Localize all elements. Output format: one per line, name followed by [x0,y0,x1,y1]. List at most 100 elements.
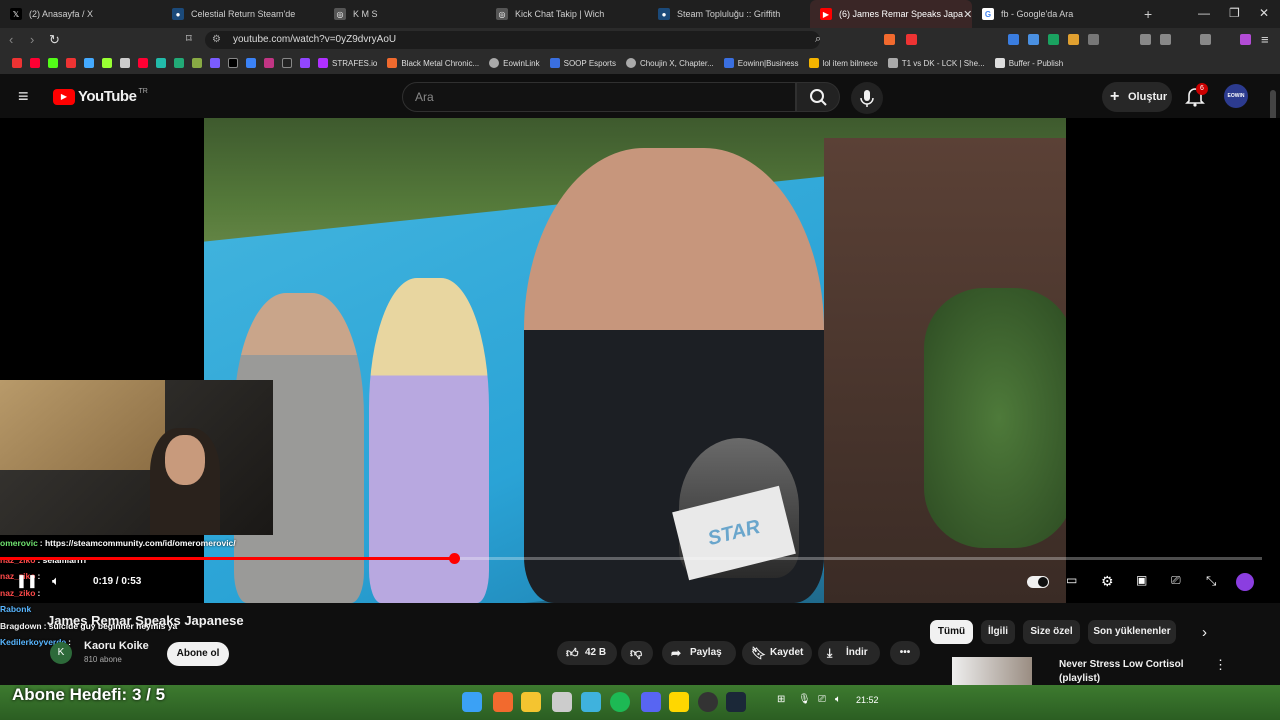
reload-icon[interactable]: ↻ [49,32,60,48]
extension-icon[interactable] [1028,34,1039,45]
forward-icon[interactable]: › [30,32,34,47]
bookmark-icon[interactable] [120,58,130,68]
chip-recent[interactable]: Son yüklenenler [1088,620,1176,644]
kick-icon[interactable] [48,58,58,68]
microphone-icon[interactable]: 🎙︎ [798,694,811,705]
url-field[interactable]: youtube.com/watch?v=0yZ9dvryAoU [205,31,820,49]
discord-icon[interactable] [641,692,661,712]
extension-icon[interactable] [1068,34,1079,45]
tray-icon[interactable]: ⊞ [777,694,785,705]
bookmark-eowinn-business[interactable]: Eowinn|Business [723,58,799,68]
spotify-icon[interactable] [610,692,630,712]
bookmark-t1-dk[interactable]: T1 vs DK - LCK | She... [887,58,985,68]
channel-name[interactable]: Kaoru Koike [84,640,149,652]
recommendation-thumbnail[interactable] [952,657,1032,685]
dislike-button[interactable]: 👎︎ [621,641,653,665]
notes-icon[interactable] [669,692,689,712]
search-input[interactable]: Ara [402,82,796,112]
extension-icon[interactable] [1008,34,1019,45]
browser-tab[interactable]: ◎ K M S [324,0,486,28]
browser-tab[interactable]: ◎ Kick Chat Takip | Wich [486,0,648,28]
close-window-icon[interactable]: ✕ [1259,6,1269,20]
chip-all[interactable]: Tümü [930,620,973,644]
download-button[interactable]: ⤓ İndir [818,641,880,665]
avatar[interactable]: EOWIN [1224,84,1248,108]
pause-icon[interactable]: ❚❚ [16,573,38,589]
browser-tab[interactable]: Gfb - Google'da Ara [972,0,1134,28]
cast-icon[interactable]: ⎚ [1171,573,1181,588]
bookmark-soop[interactable]: SOOP Esports [549,58,616,68]
x-icon[interactable] [228,58,238,68]
browser-tab[interactable]: ● Celestial Return Steam'de [162,0,324,28]
file-explorer-icon[interactable] [521,692,541,712]
back-icon[interactable]: ‹ [9,32,13,47]
bookmark-icon[interactable] [192,58,202,68]
bookmark-icon[interactable] [174,58,184,68]
brave-icon[interactable] [493,692,513,712]
fullscreen-icon[interactable]: ⤡ [1206,573,1216,589]
notifications-button[interactable]: 6 [1185,83,1208,112]
hamburger-menu-icon[interactable]: ≡ [18,86,29,107]
bookmark-icon[interactable] [84,58,94,68]
bookmark-eowinlink[interactable]: EowinLink [489,58,540,68]
search-button[interactable] [796,82,840,112]
bookmark-icon[interactable] [102,58,112,68]
settings-gear-icon[interactable]: ⚙ [1101,573,1114,590]
extension-icon[interactable] [1048,34,1059,45]
new-tab-button[interactable]: + [1134,0,1174,28]
channel-avatar[interactable]: K [50,642,72,664]
brave-shield-icon[interactable] [884,34,895,45]
windows-start-icon[interactable] [462,692,482,712]
video-frame[interactable]: STAR [204,118,1066,603]
bookmark-icon[interactable] [156,58,166,68]
minimize-icon[interactable]: — [1198,6,1210,20]
bookmark-strafes[interactable]: STRAFES.io [318,58,377,68]
media-icon[interactable] [1140,34,1151,45]
tool-icon[interactable] [552,692,572,712]
chip-for-you[interactable]: Size özel [1023,620,1080,644]
progress-bar[interactable] [0,553,1262,564]
twitch-icon[interactable] [300,58,310,68]
instagram-icon[interactable] [264,58,274,68]
brave-rewards-icon[interactable] [906,34,917,45]
browser-tab-active[interactable]: ▶ (6) James Remar Speaks Japa ✕ [810,0,972,28]
recommendation-title[interactable]: Never Stress Low Cortisol (playlist) [1059,658,1199,686]
like-button[interactable]: 👍︎ 42 B [557,641,617,665]
zoom-icon[interactable]: ⌕ [815,33,821,46]
wallet-icon[interactable] [1200,34,1211,45]
extension-overlay-icon[interactable] [1236,573,1254,591]
maximize-icon[interactable]: ❐ [1229,6,1240,20]
create-button[interactable]: + Oluştur [1102,82,1172,112]
bookmark-buffer[interactable]: Buffer - Publish [994,58,1063,68]
bookmark-icon[interactable] [210,58,220,68]
browser-tab[interactable]: 𝕏 (2) Anasayfa / X [0,0,162,28]
bookmark-icon[interactable] [12,58,22,68]
bookmark-icon[interactable] [246,58,256,68]
clock[interactable]: 21:52 [856,695,879,705]
subtitles-icon[interactable]: ▭ [1066,573,1077,587]
chip-related[interactable]: İlgili [981,620,1015,644]
obs-icon[interactable] [698,692,718,712]
bookmark-black-metal[interactable]: Black Metal Chronic... [387,58,479,68]
sidebar-icon[interactable] [1160,34,1171,45]
more-actions-button[interactable]: ••• [890,641,920,665]
youtube-logo[interactable]: ▶ YouTube TR [53,88,148,105]
app-icon[interactable] [581,692,601,712]
site-info-icon[interactable]: ⚙ [212,34,221,45]
youtube-icon[interactable] [138,58,148,68]
bookmark-choujin[interactable]: Choujin X, Chapter... [625,58,714,68]
more-vert-icon[interactable]: ⋮ [1214,657,1227,673]
menu-icon[interactable]: ≡ [1261,32,1269,47]
youtube-icon[interactable] [30,58,40,68]
save-button[interactable]: 🔖︎ Kaydet [742,641,812,665]
volume-icon[interactable]: 🔈︎ [835,694,841,705]
subscribe-button[interactable]: Abone ol [167,642,229,666]
network-icon[interactable]: ⎚ [818,694,826,705]
share-button[interactable]: ➦ Paylaş [662,641,736,665]
extensions-puzzle-icon[interactable] [1088,34,1099,45]
bookmark-icon[interactable]: ⌑ [186,32,192,45]
close-tab-icon[interactable]: ✕ [963,8,972,21]
volume-icon[interactable]: 🔈︎ [52,573,60,589]
chevron-right-icon[interactable]: › [1202,624,1207,641]
leo-icon[interactable] [1240,34,1251,45]
